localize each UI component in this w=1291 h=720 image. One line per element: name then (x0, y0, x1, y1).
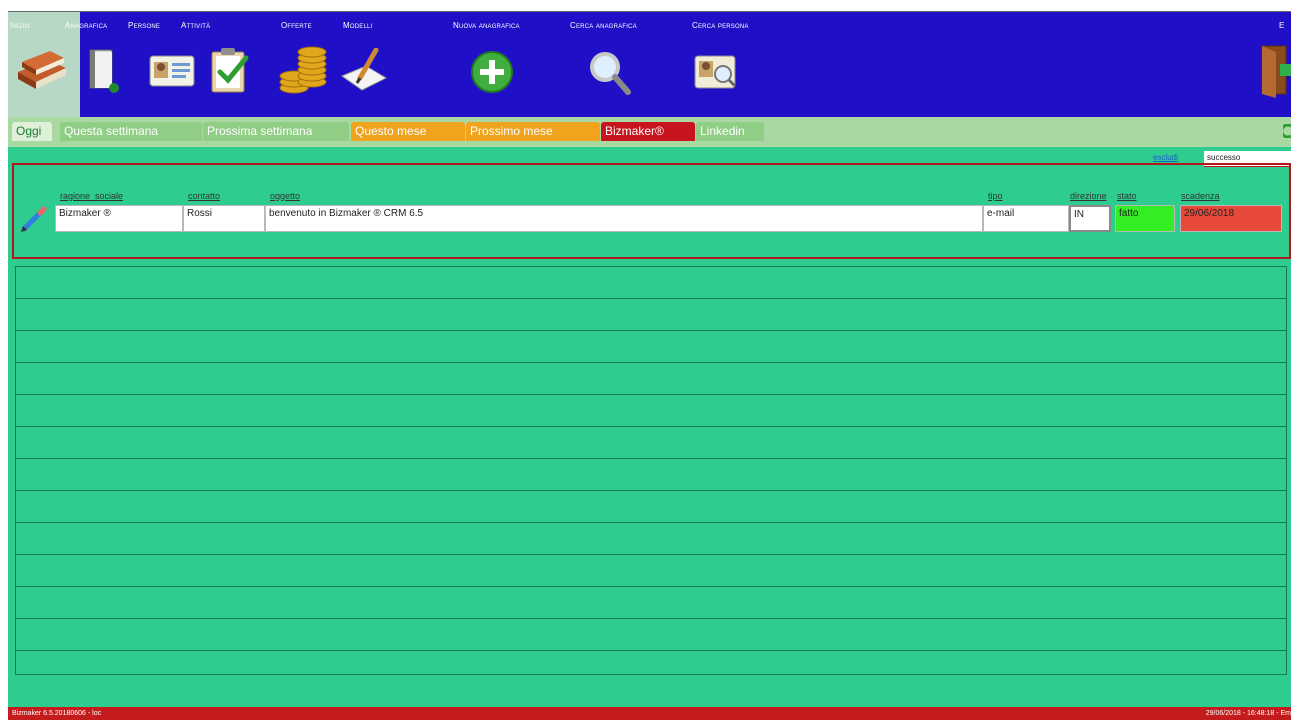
tab-oggi[interactable]: Oggi (12, 122, 52, 141)
activity-list[interactable] (15, 266, 1287, 675)
col-scadenza[interactable]: scadenza (1181, 191, 1220, 201)
cell-scadenza[interactable]: 29/06/2018 (1180, 205, 1282, 232)
cell-direzione[interactable]: IN (1069, 205, 1111, 232)
id-card-icon[interactable] (148, 52, 198, 92)
menu-esci[interactable]: E (1279, 21, 1285, 30)
tab-prossima-settimana[interactable]: Prossima settimana (203, 122, 349, 141)
menu-attivita[interactable]: Attività (181, 21, 210, 30)
magnifier-icon[interactable] (588, 50, 632, 96)
row-separator (15, 586, 1287, 587)
exit-door-icon[interactable] (1256, 42, 1291, 98)
person-search-icon[interactable] (693, 52, 739, 94)
tab-linkedin[interactable]: Linkedin (696, 122, 764, 141)
row-separator (15, 298, 1287, 299)
home-books-icon[interactable] (14, 42, 70, 94)
menu-nuova-anagrafica[interactable]: Nuova anagrafica (453, 21, 520, 30)
col-direzione[interactable]: direzione (1070, 191, 1107, 201)
menu-persone[interactable]: Persone (128, 21, 160, 30)
toolbar: Inizio Anagrafica Persone Attività Offer… (8, 11, 1291, 118)
cell-tipo[interactable]: e-mail (983, 205, 1069, 232)
row-separator (15, 458, 1287, 459)
col-tipo[interactable]: tipo (988, 191, 1003, 201)
pen-paper-icon[interactable] (340, 48, 390, 92)
coins-icon[interactable] (276, 42, 332, 98)
col-ragione-sociale[interactable]: ragione_sociale (60, 191, 123, 201)
menu-anagrafica[interactable]: Anagrafica (65, 21, 107, 30)
row-separator (15, 330, 1287, 331)
row-separator (15, 618, 1287, 619)
filter-label: escludi (1153, 153, 1178, 162)
tab-questa-settimana[interactable]: Questa settimana (60, 122, 202, 141)
tab-bizmaker[interactable]: Bizmaker® (601, 122, 695, 141)
row-separator (15, 362, 1287, 363)
cell-ragione-sociale[interactable]: Bizmaker ® (55, 205, 183, 232)
clipboard-check-icon[interactable] (206, 46, 258, 96)
row-separator (15, 394, 1287, 395)
tab-prossimo-mese[interactable]: Prossimo mese (466, 122, 600, 141)
row-separator (15, 554, 1287, 555)
col-stato[interactable]: stato (1117, 191, 1137, 201)
row-separator (15, 426, 1287, 427)
menu-inizio[interactable]: Inizio (10, 21, 29, 30)
menu-cerca-persona[interactable]: Cerca persona (692, 21, 749, 30)
folder-icon[interactable] (84, 48, 124, 94)
menu-modelli[interactable]: Modelli (343, 21, 372, 30)
status-version: Bizmaker 6.5.20180606 - loc (12, 710, 102, 717)
tab-bar: Oggi Questa settimana Prossima settimana… (8, 117, 1291, 147)
tab-questo-mese[interactable]: Questo mese (351, 122, 465, 141)
cell-contatto[interactable]: Rossi (183, 205, 265, 232)
col-contatto[interactable]: contatto (188, 191, 220, 201)
row-separator (15, 490, 1287, 491)
cell-stato[interactable]: fatto (1115, 205, 1175, 232)
edit-pencil-icon[interactable] (18, 205, 48, 233)
refresh-icon[interactable] (1283, 124, 1291, 138)
col-oggetto[interactable]: oggetto (270, 191, 300, 201)
status-datetime: 29/06/2018 - 16:48:18 - Em (1205, 710, 1291, 717)
menu-cerca-anagrafica[interactable]: Cerca anagrafica (570, 21, 637, 30)
cell-oggetto[interactable]: benvenuto in Bizmaker ® CRM 6.5 (265, 205, 983, 232)
row-separator (15, 522, 1287, 523)
plus-circle-icon[interactable] (470, 50, 516, 96)
status-bar: Bizmaker 6.5.20180606 - loc 29/06/2018 -… (8, 707, 1291, 720)
menu-offerte[interactable]: Offerte (281, 21, 312, 30)
row-separator (15, 650, 1287, 651)
